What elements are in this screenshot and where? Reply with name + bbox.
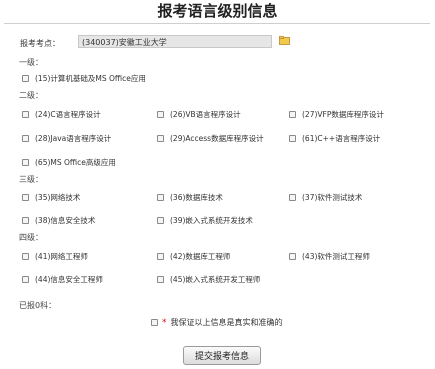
reported-count-label: 已报0科：	[19, 301, 57, 310]
submit-button[interactable]: 提交报考信息	[183, 346, 261, 365]
option-label: (37)软件测试技术	[302, 193, 363, 202]
option-label: (61)C++语言程序设计	[302, 134, 381, 143]
option-36[interactable]: (36)数据库技术	[157, 192, 223, 203]
checkbox[interactable]	[289, 253, 296, 260]
option-label: (45)嵌入式系统开发工程师	[170, 275, 261, 284]
option-45[interactable]: (45)嵌入式系统开发工程师	[157, 274, 260, 285]
option-label: (35)网络技术	[35, 193, 81, 202]
option-44[interactable]: (44)信息安全工程师	[22, 274, 103, 285]
option-label: (24)C语言程序设计	[35, 110, 101, 119]
checkbox[interactable]	[157, 253, 164, 260]
checkbox[interactable]	[22, 111, 29, 118]
required-star: *	[162, 317, 167, 328]
option-label: (44)信息安全工程师	[35, 275, 103, 284]
checkbox[interactable]	[289, 135, 296, 142]
checkbox[interactable]	[22, 217, 29, 224]
option-38[interactable]: (38)信息安全技术	[22, 215, 95, 226]
checkbox[interactable]	[157, 217, 164, 224]
option-65[interactable]: (65)MS Office高级应用	[22, 157, 116, 168]
guarantee-row[interactable]: * 我保证以上信息是真实和准确的	[151, 317, 283, 328]
option-label: (38)信息安全技术	[35, 216, 96, 225]
checkbox[interactable]	[289, 194, 296, 201]
guarantee-text: 我保证以上信息是真实和准确的	[170, 318, 283, 327]
exam-site-field[interactable]: (340037)安徽工业大学	[78, 35, 272, 48]
exam-site-label: 报考考点：	[20, 39, 60, 48]
option-61[interactable]: (61)C++语言程序设计	[289, 133, 380, 144]
option-27[interactable]: (27)VFP数据库程序设计	[289, 109, 384, 120]
option-35[interactable]: (35)网络技术	[22, 192, 80, 203]
option-label: (43)软件测试工程师	[302, 252, 370, 261]
option-label: (26)VB语言程序设计	[170, 110, 241, 119]
option-label: (29)Access数据库程序设计	[170, 134, 264, 143]
option-43[interactable]: (43)软件测试工程师	[289, 251, 370, 262]
checkbox[interactable]	[157, 194, 164, 201]
option-label: (65)MS Office高级应用	[35, 158, 116, 167]
option-29[interactable]: (29)Access数据库程序设计	[157, 133, 264, 144]
checkbox[interactable]	[157, 135, 164, 142]
option-39[interactable]: (39)嵌入式系统开发技术	[157, 215, 253, 226]
option-label: (42)数据库工程师	[170, 252, 231, 261]
checkbox[interactable]	[22, 135, 29, 142]
option-label: (15)计算机基础及MS Office应用	[35, 74, 146, 83]
checkbox[interactable]	[22, 75, 29, 82]
option-42[interactable]: (42)数据库工程师	[157, 251, 230, 262]
option-label: (36)数据库技术	[170, 193, 223, 202]
checkbox[interactable]	[157, 111, 164, 118]
checkbox[interactable]	[22, 276, 29, 283]
level-4-label: 四级：	[19, 233, 43, 242]
option-28[interactable]: (28)Java语言程序设计	[22, 133, 111, 144]
level-3-label: 三级：	[19, 175, 43, 184]
page-title: 报考语言级别信息	[157, 2, 278, 20]
option-label: (41)网络工程师	[35, 252, 88, 261]
checkbox[interactable]	[22, 159, 29, 166]
option-41[interactable]: (41)网络工程师	[22, 251, 88, 262]
level-2-label: 二级：	[19, 91, 43, 100]
option-37[interactable]: (37)软件测试技术	[289, 192, 362, 203]
checkbox[interactable]	[157, 276, 164, 283]
level-1-label: 一级：	[19, 58, 43, 67]
folder-icon[interactable]	[279, 36, 290, 45]
option-26[interactable]: (26)VB语言程序设计	[157, 109, 241, 120]
option-label: (27)VFP数据库程序设计	[302, 110, 384, 119]
checkbox[interactable]	[289, 111, 296, 118]
guarantee-checkbox[interactable]	[151, 319, 158, 326]
option-24[interactable]: (24)C语言程序设计	[22, 109, 101, 120]
option-15[interactable]: (15)计算机基础及MS Office应用	[22, 73, 146, 84]
option-label: (28)Java语言程序设计	[35, 134, 112, 143]
checkbox[interactable]	[22, 253, 29, 260]
title-divider	[4, 23, 430, 24]
option-label: (39)嵌入式系统开发技术	[170, 216, 253, 225]
checkbox[interactable]	[22, 194, 29, 201]
